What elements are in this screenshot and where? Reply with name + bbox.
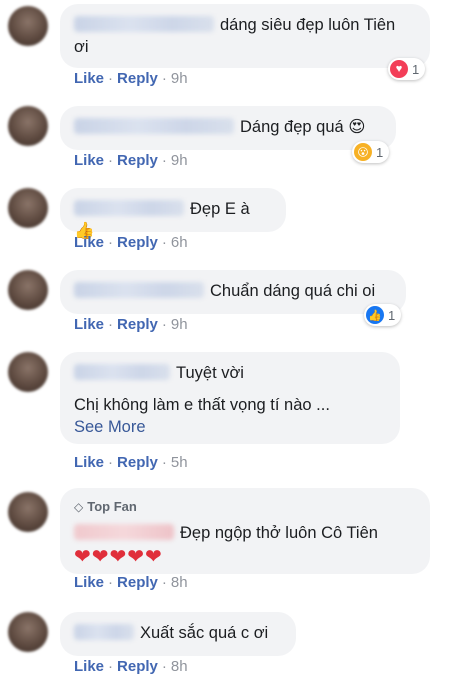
comment-time[interactable]: 8h bbox=[171, 574, 188, 591]
wow-icon: 😮 bbox=[354, 143, 372, 161]
avatar[interactable] bbox=[8, 6, 48, 46]
reaction-summary[interactable]: ♥ 1 bbox=[388, 58, 426, 80]
comment-text-continued: ơi bbox=[74, 38, 89, 56]
reply-button[interactable]: Reply bbox=[117, 234, 158, 251]
commenter-name[interactable] bbox=[74, 624, 134, 640]
like-button[interactable]: Like bbox=[74, 70, 104, 87]
separator: · bbox=[108, 234, 114, 251]
commenter-name[interactable] bbox=[74, 364, 170, 380]
reply-button[interactable]: Reply bbox=[117, 574, 158, 591]
reply-button[interactable]: Reply bbox=[117, 70, 158, 87]
comment-actions: Like · Reply · 8h bbox=[74, 574, 188, 591]
comment-bubble: Đẹp E à 👍 bbox=[60, 188, 286, 240]
comment-text: Xuất sắc quá c ơi bbox=[140, 624, 269, 642]
comment-time[interactable]: 9h bbox=[171, 152, 188, 169]
like-button[interactable]: Like bbox=[74, 574, 104, 591]
avatar[interactable] bbox=[8, 612, 48, 652]
reaction-summary[interactable]: 😮 1 bbox=[352, 141, 390, 163]
comment-time[interactable]: 8h bbox=[171, 658, 188, 675]
like-icon: 👍 bbox=[366, 306, 384, 324]
separator: · bbox=[161, 152, 167, 169]
like-button[interactable]: Like bbox=[74, 454, 104, 471]
avatar[interactable] bbox=[8, 270, 48, 310]
hearts-emoji-icon: ❤❤❤❤❤ bbox=[74, 546, 163, 568]
like-button[interactable]: Like bbox=[74, 152, 104, 169]
separator: · bbox=[108, 316, 114, 333]
comment-text-continued: Chị không làm e thất vọng tí nào ... bbox=[74, 396, 330, 414]
commenter-name[interactable] bbox=[74, 16, 214, 32]
comment-actions: Like · Reply · 9h bbox=[74, 70, 188, 87]
comment-bubble: dáng siêu đẹp luôn Tiên ơi bbox=[60, 4, 430, 68]
reaction-count: 1 bbox=[412, 61, 420, 77]
reaction-summary[interactable]: 👍 1 bbox=[364, 304, 402, 326]
comment-bubble: ◇ Top Fan Đẹp ngộp thở luôn Cô Tiên ❤❤❤❤❤ bbox=[60, 488, 430, 574]
reaction-count: 1 bbox=[388, 307, 396, 323]
comment-text: Đẹp E à bbox=[190, 200, 250, 218]
separator: · bbox=[161, 234, 167, 251]
commenter-name[interactable] bbox=[74, 200, 184, 216]
comment-text: Tuyệt vời bbox=[176, 364, 244, 382]
comment-actions: Like · Reply · 9h bbox=[74, 316, 188, 333]
comment-text: Dáng đẹp quá bbox=[240, 118, 344, 136]
comment-text: Chuẩn dáng quá chi oi bbox=[210, 282, 376, 300]
separator: · bbox=[108, 658, 114, 675]
comment-actions: Like · Reply · 8h bbox=[74, 658, 188, 675]
reply-button[interactable]: Reply bbox=[117, 152, 158, 169]
comment-time[interactable]: 5h bbox=[171, 454, 188, 471]
reply-button[interactable]: Reply bbox=[117, 454, 158, 471]
separator: · bbox=[161, 70, 167, 87]
comment-bubble: Dáng đẹp quá 😍 bbox=[60, 106, 396, 150]
commenter-name[interactable] bbox=[74, 282, 204, 298]
like-button[interactable]: Like bbox=[74, 234, 104, 251]
separator: · bbox=[108, 454, 114, 471]
reaction-count: 1 bbox=[376, 144, 384, 160]
comment-bubble: Chuẩn dáng quá chi oi bbox=[60, 270, 406, 314]
comment-bubble: Xuất sắc quá c ơi bbox=[60, 612, 296, 656]
separator: · bbox=[161, 574, 167, 591]
comment-actions: Like · Reply · 9h bbox=[74, 152, 188, 169]
commenter-name[interactable] bbox=[74, 524, 174, 540]
top-fan-label: Top Fan bbox=[87, 499, 137, 514]
avatar[interactable] bbox=[8, 188, 48, 228]
comment-actions: Like · Reply · 5h bbox=[74, 454, 188, 471]
separator: · bbox=[108, 70, 114, 87]
separator: · bbox=[108, 574, 114, 591]
diamond-icon: ◇ bbox=[74, 500, 84, 514]
commenter-name[interactable] bbox=[74, 118, 234, 134]
avatar[interactable] bbox=[8, 352, 48, 392]
see-more-link[interactable]: See More bbox=[74, 416, 386, 438]
reply-button[interactable]: Reply bbox=[117, 658, 158, 675]
comment-text: dáng siêu đẹp luôn Tiên bbox=[220, 16, 396, 34]
separator: · bbox=[161, 316, 167, 333]
comment-bubble: Tuyệt vời Chị không làm e thất vọng tí n… bbox=[60, 352, 400, 444]
heart-eyes-emoji-icon: 😍 bbox=[348, 117, 366, 136]
like-button[interactable]: Like bbox=[74, 658, 104, 675]
separator: · bbox=[161, 454, 167, 471]
comment-time[interactable]: 9h bbox=[171, 316, 188, 333]
love-icon: ♥ bbox=[390, 60, 408, 78]
top-fan-badge: ◇ Top Fan bbox=[74, 496, 416, 518]
comment-time[interactable]: 6h bbox=[171, 234, 188, 251]
comment-actions: Like · Reply · 6h bbox=[74, 234, 188, 251]
comment-text: Đẹp ngộp thở luôn Cô Tiên bbox=[180, 524, 378, 542]
comment-time[interactable]: 9h bbox=[171, 70, 188, 87]
avatar[interactable] bbox=[8, 492, 48, 532]
like-button[interactable]: Like bbox=[74, 316, 104, 333]
reply-button[interactable]: Reply bbox=[117, 316, 158, 333]
separator: · bbox=[108, 152, 114, 169]
separator: · bbox=[161, 658, 167, 675]
avatar[interactable] bbox=[8, 106, 48, 146]
